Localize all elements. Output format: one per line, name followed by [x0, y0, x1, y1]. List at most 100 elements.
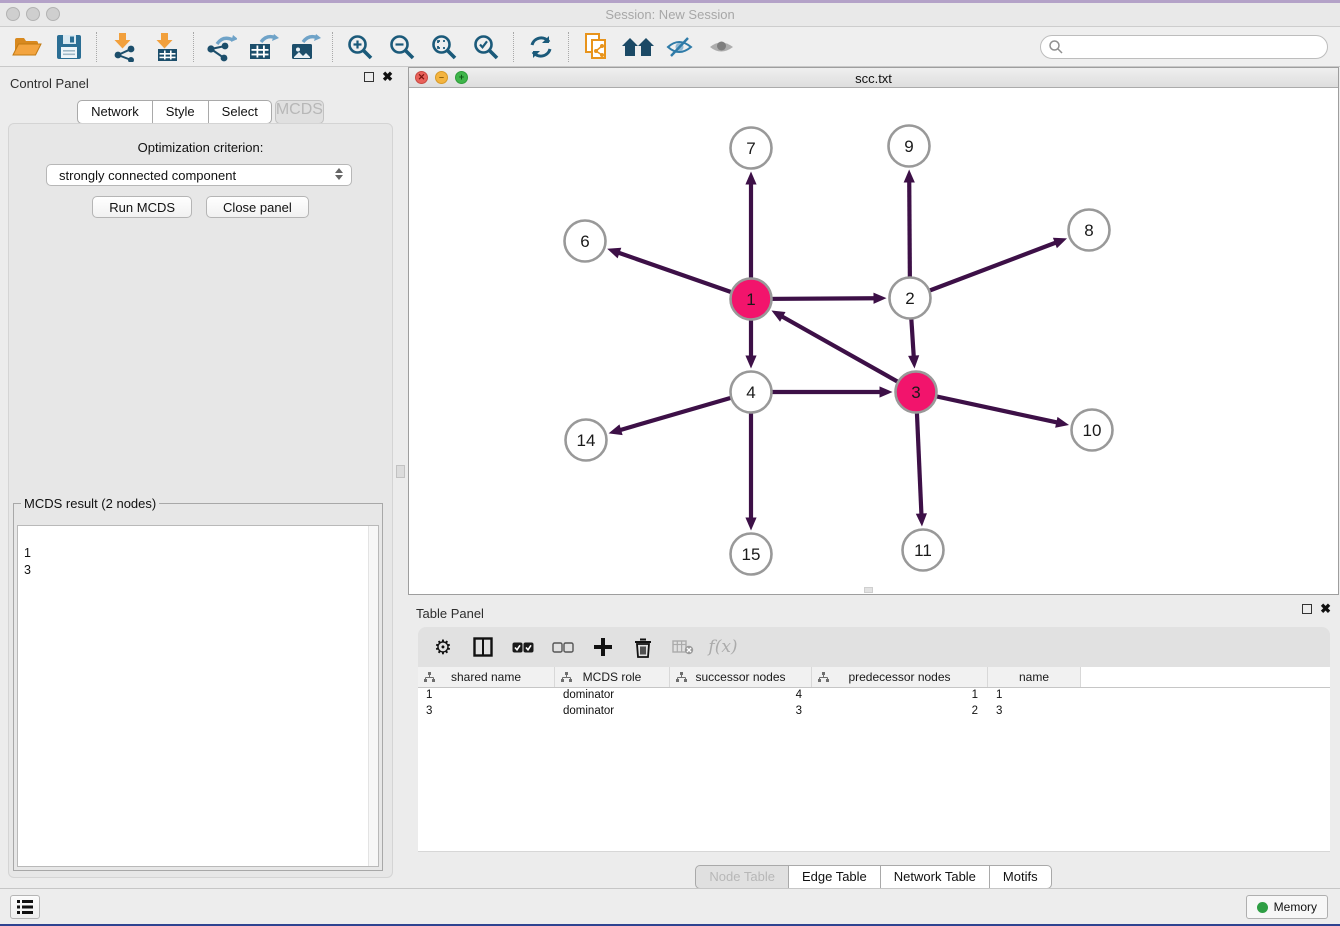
graph-edge-arrowhead [1053, 238, 1067, 248]
tab-edge-table[interactable]: Edge Table [789, 865, 881, 889]
graph-edge-arrowhead [745, 518, 756, 531]
graph-edge-arrowhead [745, 172, 756, 185]
save-icon[interactable] [49, 30, 89, 64]
zoom-fit-icon[interactable] [424, 30, 464, 64]
close-table-panel-icon[interactable]: ✖ [1320, 604, 1331, 614]
homes-icon[interactable] [618, 30, 658, 64]
graph-node-label: 4 [746, 383, 755, 402]
network-view-window: ✕ – + scc.txt 1234678910111415 [408, 67, 1339, 595]
table-cell: dominator [555, 704, 670, 720]
application-window: Session: New Session [0, 0, 1340, 926]
float-panel-icon[interactable] [364, 72, 374, 82]
eye-slash-icon[interactable] [660, 30, 700, 64]
search-field-wrap [1040, 35, 1328, 59]
run-mcds-button[interactable]: Run MCDS [92, 196, 192, 218]
column-header[interactable]: successor nodes [670, 667, 812, 687]
gear-icon[interactable]: ⚙ [430, 634, 456, 660]
refresh-icon[interactable] [521, 30, 561, 64]
column-header[interactable]: name [988, 667, 1081, 687]
graph-node-label: 7 [746, 139, 755, 158]
import-network-icon[interactable] [104, 30, 144, 64]
status-bar: Memory [0, 888, 1340, 924]
close-panel-button[interactable]: Close panel [206, 196, 309, 218]
zoom-out-icon[interactable] [382, 30, 422, 64]
graph-node-label: 6 [580, 232, 589, 251]
select-stepper-icon [335, 168, 343, 180]
deselect-all-icon[interactable] [550, 634, 576, 660]
graph-node-label: 15 [742, 545, 761, 564]
import-table-icon[interactable] [146, 30, 186, 64]
graph-node-label: 10 [1083, 421, 1102, 440]
table-cell: 1 [988, 688, 1081, 704]
memory-label: Memory [1274, 900, 1317, 914]
table-row[interactable]: 1dominator411 [418, 688, 1330, 704]
network-resize-handle[interactable] [864, 587, 873, 593]
graph-node-label: 8 [1084, 221, 1093, 240]
export-network-icon[interactable] [201, 30, 241, 64]
table-cell: 2 [812, 704, 988, 720]
tab-node-table[interactable]: Node Table [695, 865, 789, 889]
graph-node-label: 2 [905, 289, 914, 308]
table-cell: 3 [418, 704, 555, 720]
graph-node-label: 14 [577, 431, 596, 450]
main-toolbar [0, 27, 1340, 67]
graph-edge[interactable] [781, 316, 916, 392]
graph-edge-arrowhead [880, 386, 893, 397]
tab-select[interactable]: Select [209, 100, 272, 124]
graph-edge-arrowhead [1055, 417, 1069, 428]
mcds-result-title: MCDS result (2 nodes) [21, 496, 159, 511]
tab-mcds[interactable]: MCDS [275, 100, 324, 124]
node-table: shared nameMCDS rolesuccessor nodesprede… [418, 667, 1330, 852]
delete-column-icon[interactable] [670, 634, 696, 660]
column-header[interactable]: shared name [418, 667, 555, 687]
close-panel-icon[interactable]: ✖ [382, 72, 393, 82]
search-icon [1048, 39, 1064, 60]
table-cell: 3 [988, 704, 1081, 720]
tab-network-table[interactable]: Network Table [881, 865, 990, 889]
select-all-icon[interactable] [510, 634, 536, 660]
graph-edge-arrowhead [904, 169, 915, 182]
zoom-in-icon[interactable] [340, 30, 380, 64]
column-view-icon[interactable] [470, 634, 496, 660]
graph-edge-arrowhead [745, 356, 756, 369]
graph-edge[interactable] [910, 242, 1057, 298]
criterion-select[interactable]: strongly connected component [46, 164, 352, 186]
split-divider-handle[interactable] [396, 465, 405, 478]
trash-icon[interactable] [630, 634, 656, 660]
graph-edge-arrowhead [609, 424, 623, 435]
table-header-row: shared nameMCDS rolesuccessor nodesprede… [418, 667, 1330, 688]
network-canvas[interactable]: 1234678910111415 [409, 89, 1338, 594]
titlebar: Session: New Session [0, 3, 1340, 27]
column-header[interactable]: MCDS role [555, 667, 670, 687]
mcds-tab-content: Optimization criterion: strongly connect… [8, 123, 393, 878]
graph-node-label: 9 [904, 137, 913, 156]
tab-network[interactable]: Network [77, 100, 153, 124]
add-icon[interactable] [590, 634, 616, 660]
task-list-button[interactable] [10, 895, 40, 919]
search-input[interactable] [1040, 35, 1328, 59]
table-cell: dominator [555, 688, 670, 704]
network-document-icon[interactable] [576, 30, 616, 64]
column-header[interactable]: predecessor nodes [812, 667, 988, 687]
eye-icon[interactable] [702, 30, 742, 64]
network-window-title: scc.txt [409, 71, 1338, 86]
graph-node-label: 1 [746, 290, 755, 309]
open-folder-icon[interactable] [7, 30, 47, 64]
table-tabs: Node Table Edge Table Network Table Moti… [408, 865, 1339, 889]
table-row[interactable]: 3dominator323 [418, 704, 1330, 720]
mcds-result-list[interactable]: 1 3 [17, 525, 379, 867]
network-window-titlebar[interactable]: ✕ – + scc.txt [409, 68, 1338, 88]
export-table-icon[interactable] [243, 30, 283, 64]
control-panel-title: Control Panel [10, 76, 89, 91]
result-scrollbar[interactable] [368, 526, 378, 866]
tab-style[interactable]: Style [153, 100, 209, 124]
tab-motifs[interactable]: Motifs [990, 865, 1052, 889]
float-table-panel-icon[interactable] [1302, 604, 1312, 614]
export-image-icon[interactable] [285, 30, 325, 64]
graph-edge[interactable] [916, 392, 1058, 423]
criterion-value: strongly connected component [59, 168, 236, 183]
function-icon[interactable]: f(x) [710, 634, 736, 660]
memory-button[interactable]: Memory [1246, 895, 1328, 919]
zoom-selected-icon[interactable] [466, 30, 506, 64]
graph-edge-arrowhead [916, 513, 927, 526]
